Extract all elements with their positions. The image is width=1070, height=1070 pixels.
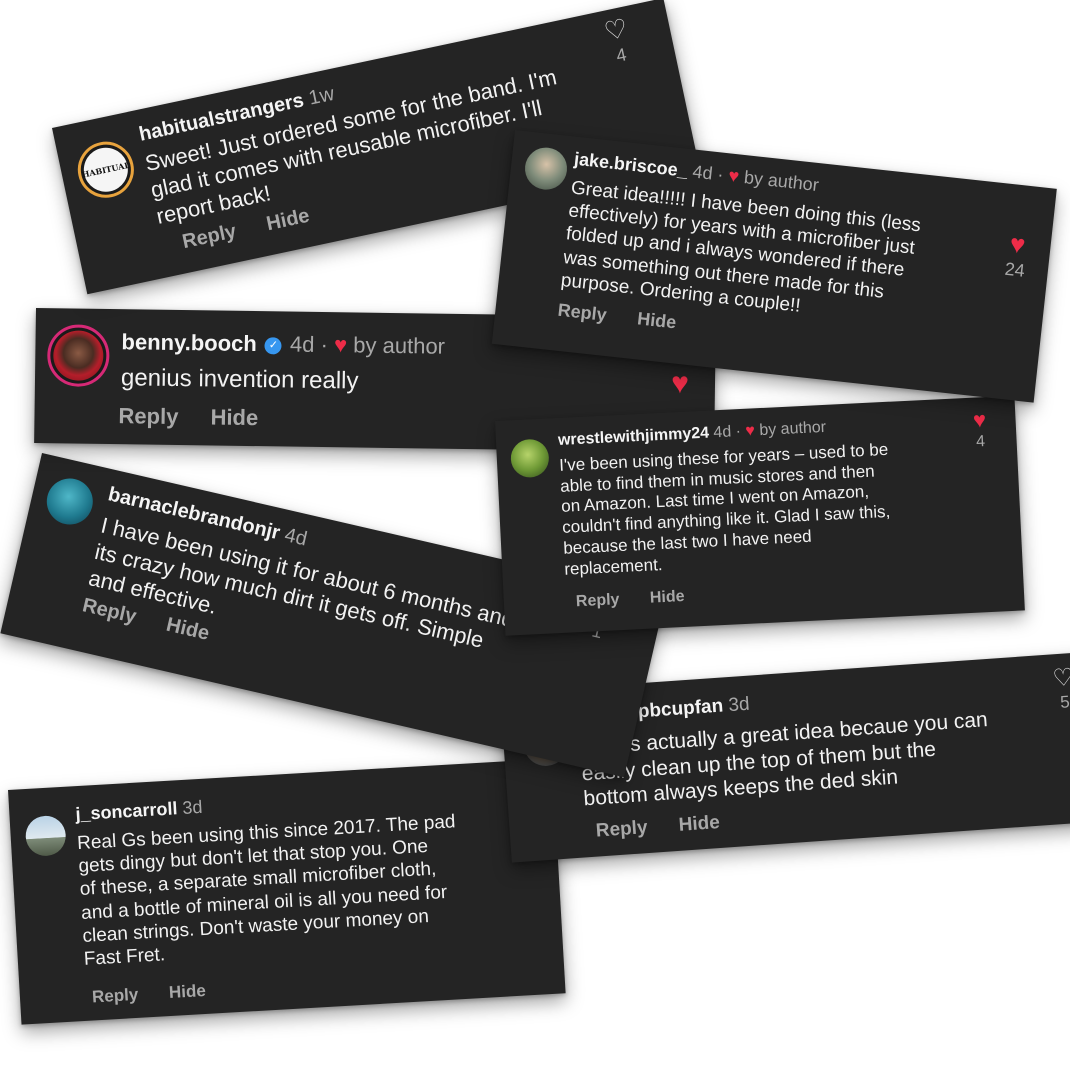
heart-filled-icon[interactable]: ♥ xyxy=(1000,227,1035,261)
author-liked-heart-icon: ♥ xyxy=(727,165,741,187)
comment-time: 4d xyxy=(282,524,310,551)
reply-button[interactable]: Reply xyxy=(576,591,620,610)
by-author-label: by author xyxy=(758,418,827,440)
heart-outline-icon[interactable]: ♡ xyxy=(597,12,635,49)
avatar[interactable]: HABITUAL xyxy=(72,136,140,203)
hide-button[interactable]: Hide xyxy=(649,588,684,607)
comment-text: genius invention really xyxy=(120,364,359,395)
comment-time: 4d · xyxy=(289,331,329,358)
like-count: 4 xyxy=(614,44,629,66)
heart-outline-icon[interactable]: ♡ xyxy=(1047,663,1070,694)
hide-button[interactable]: Hide xyxy=(678,812,721,836)
avatar[interactable] xyxy=(46,324,110,388)
verified-badge-icon: ✓ xyxy=(264,336,283,355)
hide-button[interactable]: Hide xyxy=(168,981,206,1002)
avatar[interactable] xyxy=(24,814,67,858)
comment-text: Real Gs been using this since 2017. The … xyxy=(76,811,457,970)
like-count: 4 xyxy=(975,433,986,451)
reply-button[interactable]: Reply xyxy=(180,220,238,253)
heart-filled-icon[interactable]: ♥ xyxy=(965,407,994,434)
comment-time: 3d xyxy=(181,796,203,818)
by-author-label: by author xyxy=(743,167,820,196)
hide-button[interactable]: Hide xyxy=(210,404,258,430)
comment-username[interactable]: jake.briscoe_ xyxy=(573,149,689,181)
avatar[interactable] xyxy=(509,438,550,479)
hide-button[interactable]: Hide xyxy=(264,205,311,236)
heart-filled-icon[interactable]: ♥ xyxy=(663,367,697,401)
like-count: 5 xyxy=(1059,692,1070,712)
avatar-logo-text: HABITUAL xyxy=(80,159,131,180)
comment-time: 3d xyxy=(727,693,751,717)
comment-username[interactable]: wrestlewithjimmy24 xyxy=(558,425,710,449)
author-liked-heart-icon: ♥ xyxy=(333,332,348,358)
by-author-label: by author xyxy=(353,332,446,359)
comment-time: 4d · xyxy=(691,161,725,185)
reply-button[interactable]: Reply xyxy=(118,403,178,429)
comment-card-wrestlewithjimmy24: wrestlewithjimmy24 4d · ♥ by author I've… xyxy=(495,395,1025,636)
reply-button[interactable]: Reply xyxy=(92,985,139,1007)
comment-time: 4d · xyxy=(713,423,742,442)
reply-button[interactable]: Reply xyxy=(557,300,608,325)
comment-card-j-soncarroll: j_soncarroll 3d Real Gs been using this … xyxy=(8,758,566,1025)
avatar[interactable] xyxy=(42,473,98,530)
comment-text: I've been using these for years – used t… xyxy=(558,439,891,579)
comment-username[interactable]: benny.booch xyxy=(121,329,257,356)
comment-time: 1w xyxy=(306,82,337,110)
like-count: 24 xyxy=(1003,258,1026,281)
reply-button[interactable]: Reply xyxy=(595,817,648,842)
avatar[interactable] xyxy=(522,145,570,192)
author-liked-heart-icon: ♥ xyxy=(745,422,756,440)
comment-username[interactable]: j_soncarroll xyxy=(75,798,178,824)
hide-button[interactable]: Hide xyxy=(636,308,677,332)
